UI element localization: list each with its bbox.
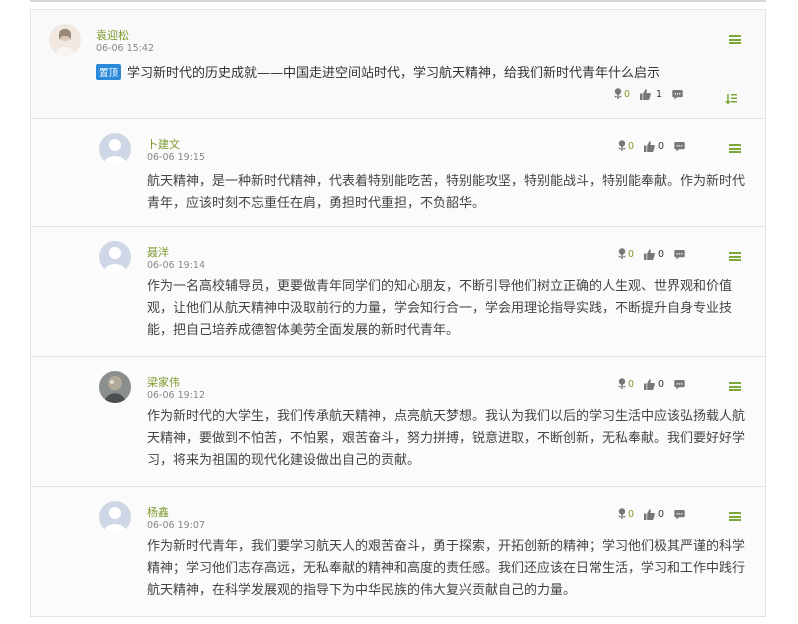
flower-button[interactable]: 0 bbox=[613, 88, 630, 100]
reply-text: 作为一名高校辅导员，更要做青年同学们的知心朋友，不断引导他们树立正确的人生观、世… bbox=[147, 279, 733, 338]
comment-thread: 袁迎松 06-06 15:42 置顶 学习新时代的历史成就——中国走进空间站时代，… bbox=[30, 9, 766, 617]
reply-stats: 0 0 bbox=[617, 248, 695, 260]
flower-icon bbox=[617, 508, 627, 520]
reply-stats: 0 0 bbox=[617, 140, 695, 152]
flower-button[interactable]: 0 bbox=[617, 140, 634, 152]
reply-date: 06-06 19:15 bbox=[147, 152, 206, 163]
flower-count: 0 bbox=[628, 248, 635, 260]
reply-item: 梁家伟 06-06 19:12 0 0 作为新时代的大学生，我们传承航天精神，点… bbox=[31, 357, 765, 487]
author-name[interactable]: 卜建文 bbox=[147, 136, 180, 152]
flower-count: 0 bbox=[624, 88, 631, 100]
flower-count: 0 bbox=[628, 140, 635, 152]
reply-date: 06-06 19:14 bbox=[147, 260, 206, 271]
menu-icon[interactable] bbox=[729, 252, 741, 261]
author-name[interactable]: 杨鑫 bbox=[147, 504, 169, 520]
like-button[interactable]: 0 bbox=[644, 141, 664, 152]
menu-icon[interactable] bbox=[729, 144, 741, 153]
comment-button[interactable] bbox=[672, 89, 683, 100]
thumbs-up-icon bbox=[644, 378, 655, 390]
post-stats: 0 1 bbox=[613, 88, 693, 100]
like-count: 0 bbox=[658, 378, 665, 390]
flower-icon bbox=[617, 140, 627, 152]
comment-icon bbox=[674, 509, 685, 520]
post-title-text: 学习新时代的历史成就——中国走进空间站时代，学习航天精神，给我们新时代青年什么启… bbox=[127, 66, 661, 81]
like-button[interactable]: 0 bbox=[644, 509, 664, 520]
reply-stats: 0 0 bbox=[617, 378, 695, 390]
flower-button[interactable]: 0 bbox=[617, 508, 634, 520]
reply-item: 杨鑫 06-06 19:07 0 0 作为新时代青年，我们要学习航天人的艰苦奋斗… bbox=[31, 487, 765, 617]
thumbs-up-icon bbox=[644, 508, 655, 520]
flower-count: 0 bbox=[628, 378, 635, 390]
reply-item: 聂洋 06-06 19:14 0 0 作为一名高校辅导员，更要做青年同学们的知心… bbox=[31, 227, 765, 357]
main-post: 袁迎松 06-06 15:42 置顶 学习新时代的历史成就——中国走进空间站时代，… bbox=[31, 10, 765, 119]
menu-icon[interactable] bbox=[729, 512, 741, 521]
comment-button[interactable] bbox=[674, 249, 685, 260]
like-button[interactable]: 1 bbox=[640, 89, 662, 100]
author-name[interactable]: 梁家伟 bbox=[147, 374, 180, 390]
comment-button[interactable] bbox=[674, 379, 685, 390]
flower-count: 0 bbox=[628, 508, 635, 520]
reply-text: 航天精神，是一种新时代精神，代表着特别能吃苦，特别能攻坚，特别能战斗，特别能奉献… bbox=[147, 174, 746, 211]
sort-icon[interactable] bbox=[725, 90, 737, 105]
like-count: 0 bbox=[658, 248, 665, 260]
reply-item: 卜建文 06-06 19:15 0 0 航天精神，是一种新时代精神，代表着特别能… bbox=[31, 119, 765, 227]
reply-text: 作为新时代青年，我们要学习航天人的艰苦奋斗，勇于探索，开拓创新的精神；学习他们极… bbox=[147, 539, 746, 598]
like-button[interactable]: 0 bbox=[644, 249, 664, 260]
comment-icon bbox=[674, 249, 685, 260]
avatar[interactable] bbox=[99, 371, 131, 403]
reply-stats: 0 0 bbox=[617, 508, 695, 520]
comment-icon bbox=[674, 141, 685, 152]
thumbs-up-icon bbox=[640, 88, 651, 100]
avatar[interactable] bbox=[49, 24, 81, 56]
avatar[interactable] bbox=[99, 241, 131, 273]
like-button[interactable]: 0 bbox=[644, 379, 664, 390]
flower-icon bbox=[613, 88, 623, 100]
author-name[interactable]: 聂洋 bbox=[147, 244, 169, 260]
post-title: 置顶 学习新时代的历史成就——中国走进空间站时代，学习航天精神，给我们新时代青年什… bbox=[96, 62, 660, 81]
reply-text: 作为新时代的大学生，我们传承航天精神，点亮航天梦想。我认为我们以后的学习生活中应… bbox=[147, 409, 746, 468]
reply-date: 06-06 19:07 bbox=[147, 520, 206, 531]
avatar[interactable] bbox=[99, 501, 131, 533]
pinned-badge: 置顶 bbox=[96, 64, 122, 80]
like-count: 0 bbox=[658, 140, 665, 152]
menu-icon[interactable] bbox=[729, 382, 741, 391]
like-count: 0 bbox=[658, 508, 665, 520]
comment-icon bbox=[674, 379, 685, 390]
menu-icon[interactable] bbox=[729, 35, 741, 44]
flower-button[interactable]: 0 bbox=[617, 248, 634, 260]
comment-icon bbox=[672, 89, 683, 100]
like-count: 1 bbox=[656, 88, 663, 100]
author-name[interactable]: 袁迎松 bbox=[96, 27, 129, 43]
flower-icon bbox=[617, 248, 627, 260]
comment-button[interactable] bbox=[674, 509, 685, 520]
thumbs-up-icon bbox=[644, 140, 655, 152]
post-date: 06-06 15:42 bbox=[96, 43, 155, 54]
avatar[interactable] bbox=[99, 133, 131, 165]
flower-icon bbox=[617, 378, 627, 390]
reply-date: 06-06 19:12 bbox=[147, 390, 206, 401]
comment-button[interactable] bbox=[674, 141, 685, 152]
flower-button[interactable]: 0 bbox=[617, 378, 634, 390]
thumbs-up-icon bbox=[644, 248, 655, 260]
top-divider bbox=[30, 0, 766, 2]
